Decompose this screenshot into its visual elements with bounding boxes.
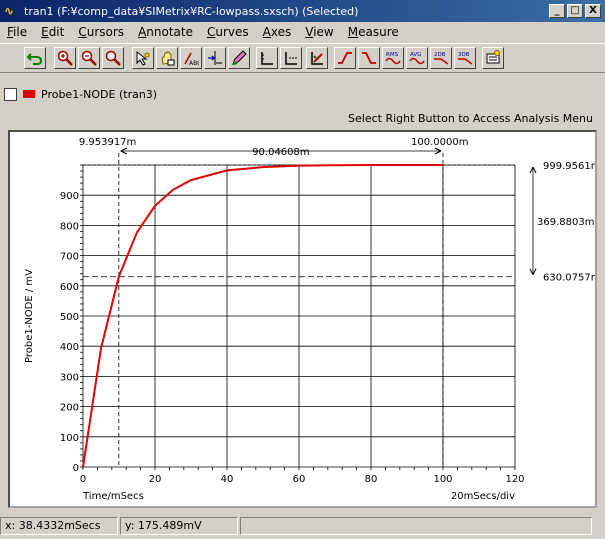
cursor-y2-label: 999.9561m <box>543 161 595 172</box>
undo-icon <box>27 53 43 65</box>
status-bar: x: 38.4332mSecs y: 175.489mV <box>0 515 605 537</box>
x-tick-label: 20 <box>149 474 162 485</box>
avg-label: AVG <box>410 52 421 58</box>
axis-split-icon <box>285 52 297 65</box>
probe-icon <box>208 51 222 65</box>
app-icon: ∿ <box>4 4 15 18</box>
menu-edit[interactable]: Edit <box>34 25 71 39</box>
cursor-y1-label: 630.0757m <box>543 273 595 284</box>
hand-icon <box>161 51 175 66</box>
title-bar: ∿ tran1 (F:¥comp_data¥SIMetrix¥RC-lowpas… <box>0 0 605 22</box>
cursor-button[interactable] <box>132 47 154 69</box>
menu-axes[interactable]: Axes <box>256 25 299 39</box>
zoom-full-button[interactable] <box>102 47 124 69</box>
cursor-icon <box>136 50 150 66</box>
y-tick-label: 600 <box>60 282 79 293</box>
y-tick-label: 100 <box>60 433 79 444</box>
cursor-dx-label: 90.04608m <box>252 147 309 158</box>
db2-icon: 2DB <box>434 52 449 65</box>
fall-button[interactable] <box>358 47 380 69</box>
status-x: x: 38.4332mSecs <box>0 517 118 535</box>
zoom-out-button[interactable] <box>78 47 100 69</box>
plot-area[interactable]: 0 20 40 60 80 100 120 0 100 200 300 400 500 600 700 800… <box>8 130 600 508</box>
delete-button[interactable] <box>306 47 328 69</box>
status-y: y: 175.489mV <box>120 517 238 535</box>
y-tick-label: 400 <box>60 342 79 353</box>
maximize-button[interactable]: □ <box>567 4 583 18</box>
cursor-x2-label: 100.0000m <box>411 137 468 148</box>
db2-label: 2DB <box>434 52 446 58</box>
x-axis-label: Time/mSecs <box>82 491 144 502</box>
zoom-in-icon <box>57 50 73 66</box>
fall-icon <box>362 52 376 64</box>
settings-button[interactable] <box>482 47 504 69</box>
zoom-out-icon <box>81 50 97 66</box>
pen-button[interactable] <box>228 47 250 69</box>
y-tick-label: 700 <box>60 252 79 263</box>
legend: Probe1-NODE (tran3) <box>4 85 157 103</box>
status-extra <box>240 517 592 535</box>
analysis-hint: Select Right Button to Access Analysis M… <box>348 112 593 125</box>
menu-annotate[interactable]: Annotate <box>131 25 200 39</box>
db3-button[interactable]: 3DB <box>454 47 476 69</box>
y-tick-label: 500 <box>60 312 79 323</box>
cursor-dy-label: 369.8803m <box>537 217 594 228</box>
zoom-in-button[interactable] <box>54 47 76 69</box>
menu-bar: File Edit Cursors Annotate Curves Axes V… <box>0 22 605 42</box>
axis-button[interactable] <box>256 47 278 69</box>
probe-button[interactable] <box>204 47 226 69</box>
zoom-full-icon <box>105 50 121 66</box>
y-tick-label: 900 <box>60 191 79 202</box>
legend-label[interactable]: Probe1-NODE (tran3) <box>41 88 157 101</box>
close-button[interactable]: X <box>585 4 601 18</box>
label-button[interactable]: ABC <box>180 47 202 69</box>
legend-color-swatch <box>23 90 35 98</box>
axis-icon <box>261 52 273 65</box>
x-tick-label: 60 <box>293 474 306 485</box>
window-title: tran1 (F:¥comp_data¥SIMetrix¥RC-lowpass.… <box>24 4 359 18</box>
undo-button[interactable] <box>24 47 46 69</box>
y-tick-label: 0 <box>73 463 79 474</box>
x-tick-label: 100 <box>433 474 452 485</box>
avg-icon: AVG <box>409 52 425 65</box>
rise-button[interactable] <box>334 47 356 69</box>
chart[interactable]: 0 20 40 60 80 100 120 0 100 200 300 400 500 600 700 800… <box>10 132 600 506</box>
db2-button[interactable]: 2DB <box>430 47 452 69</box>
db3-icon: 3DB <box>458 52 473 65</box>
curve-select-checkbox[interactable] <box>4 87 17 101</box>
pen-icon <box>232 50 247 65</box>
y-tick-label: 800 <box>60 221 79 232</box>
settings-icon <box>486 50 500 64</box>
menu-measure[interactable]: Measure <box>341 25 406 39</box>
avg-button[interactable]: AVG <box>406 47 428 69</box>
hand-button[interactable] <box>156 47 178 69</box>
rms-icon: RMS <box>385 52 401 65</box>
menu-curves[interactable]: Curves <box>200 25 256 39</box>
x-tick-label: 0 <box>80 474 86 485</box>
cursor-x1-label: 9.953917m <box>79 137 136 148</box>
rms-button[interactable]: RMS <box>382 47 404 69</box>
label-icon: ABC <box>184 52 199 66</box>
x-tick-label: 80 <box>365 474 378 485</box>
rise-icon <box>338 52 352 64</box>
menu-cursors[interactable]: Cursors <box>71 25 131 39</box>
delete-icon <box>311 52 323 65</box>
minimize-button[interactable]: _ <box>549 4 565 18</box>
svg-text:ABC: ABC <box>189 60 199 66</box>
x-tick-label: 120 <box>505 474 524 485</box>
menu-view[interactable]: View <box>298 25 340 39</box>
y-tick-label: 300 <box>60 372 79 383</box>
menu-file[interactable]: File <box>0 25 34 39</box>
axis-split-button[interactable] <box>280 47 302 69</box>
db3-label: 3DB <box>458 52 470 58</box>
rms-label: RMS <box>386 52 399 58</box>
y-tick-label: 200 <box>60 403 79 414</box>
y-axis-label: Probe1-NODE / mV <box>24 269 35 363</box>
x-tick-label: 40 <box>221 474 234 485</box>
x-scale-label: 20mSecs/div <box>451 491 515 502</box>
toolbar: ABC RMS AVG 2DB 3DB <box>0 43 605 73</box>
